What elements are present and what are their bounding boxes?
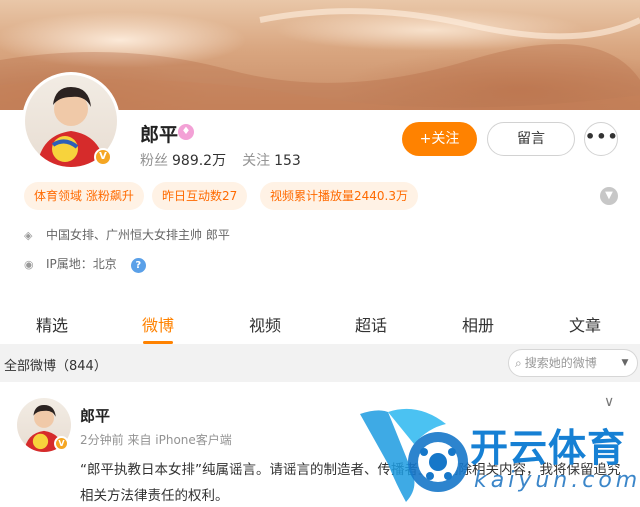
profile-name: 郎平 — [140, 124, 179, 146]
watermark-brand-en: kaiyun.com — [474, 468, 640, 493]
profile-avatar[interactable]: V — [22, 72, 120, 170]
member-badge-icon[interactable]: ♦ — [178, 124, 194, 140]
following-label: 关注 — [242, 153, 271, 169]
tag-video-views[interactable]: 视频累计播放量2440.3万 — [260, 182, 418, 210]
profile-description: 中国女排、广州恒大女排主帅 郎平 — [46, 228, 230, 242]
tag-interactions[interactable]: 昨日互动数27 — [152, 182, 248, 210]
dropdown-caret-icon[interactable]: ▼ — [616, 354, 634, 372]
location-icon: ◉ — [24, 258, 34, 271]
tab-weibo[interactable]: 微博 — [128, 312, 188, 336]
fans-label: 粉丝 — [140, 153, 168, 169]
ip-location: IP属地：北京 — [46, 257, 117, 271]
tab-featured[interactable]: 精选 — [22, 312, 82, 336]
watermark-brand-cn: 开云体育 — [470, 426, 627, 470]
help-icon[interactable]: ? — [130, 258, 146, 273]
more-options-button[interactable]: ••• — [584, 122, 618, 156]
tab-articles[interactable]: 文章 — [555, 312, 615, 336]
search-posts-input[interactable]: ⌕ 搜索她的微博 ▼ — [508, 349, 638, 377]
verified-icon: ◈ — [24, 229, 33, 242]
filter-bar: 全部微博（844） ⌕ 搜索她的微博 ▼ — [0, 344, 640, 382]
search-icon: ⌕ — [515, 356, 522, 370]
fans-count[interactable]: 989.2万 — [172, 153, 226, 169]
tab-video[interactable]: 视频 — [235, 312, 295, 336]
post-verified-badge-icon: V — [54, 436, 69, 451]
follow-button[interactable]: +关注 — [402, 122, 477, 156]
tab-supertopic[interactable]: 超话 — [341, 312, 401, 336]
description-row: ◈ 中国女排、广州恒大女排主帅 郎平 — [24, 226, 230, 243]
chevron-down-icon[interactable]: ▼ — [600, 187, 618, 205]
profile-tabs: 精选 微博 视频 超话 相册 文章 — [0, 300, 640, 344]
tab-album[interactable]: 相册 — [448, 312, 508, 336]
post-meta: 2分钟前 来自 iPhone客户端 — [80, 433, 232, 447]
search-placeholder: 搜索她的微博 — [524, 356, 597, 370]
message-button[interactable]: 留言 — [487, 122, 575, 156]
all-posts-count[interactable]: 全部微博（844） — [4, 355, 107, 374]
following-count[interactable]: 153 — [274, 153, 301, 169]
profile-stats: 粉丝 989.2万 关注 153 — [140, 150, 317, 170]
verified-badge-icon: V — [94, 148, 112, 166]
ip-location-row: ◉ IP属地：北京? — [24, 255, 146, 273]
tag-sports-rising[interactable]: 体育领域 涨粉飙升 — [24, 182, 144, 210]
post-author[interactable]: 郎平 — [80, 405, 110, 426]
